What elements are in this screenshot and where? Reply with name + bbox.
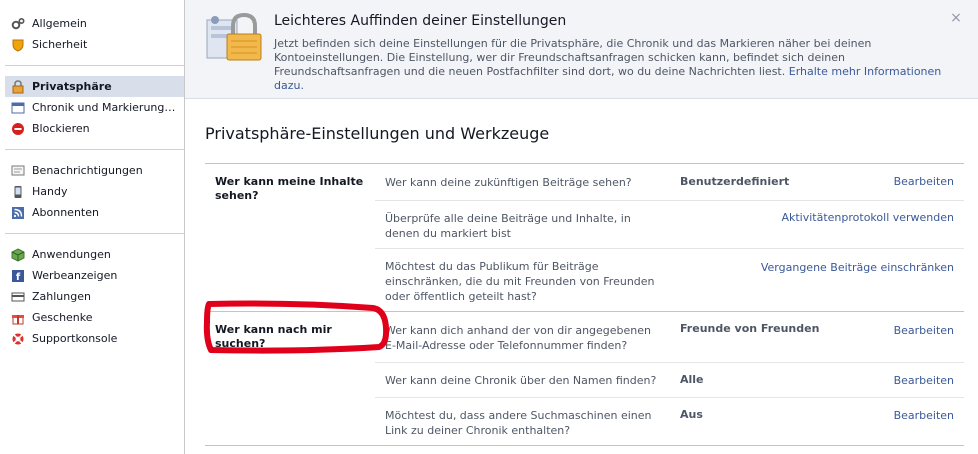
notifications-icon: [11, 164, 25, 178]
setting-row-lookup-name: Wer kann deine Chronik über den Namen fi…: [375, 362, 964, 397]
setting-question: Wer kann deine zukünftigen Beiträge sehe…: [385, 176, 632, 189]
edit-button[interactable]: Bearbeiten: [894, 374, 954, 387]
setting-question: Wer kann dich anhand der von dir angegeb…: [385, 324, 652, 352]
rss-icon: [11, 206, 25, 220]
sidebar-item-benachrichtigungen[interactable]: Benachrichtigungen: [0, 160, 184, 181]
lock-icon: [11, 79, 25, 94]
sidebar-item-geschenke[interactable]: Geschenke: [0, 307, 184, 328]
sidebar-divider: [5, 65, 184, 66]
settings-sidebar: Allgemein Sicherheit Privatsphäre Chroni…: [0, 0, 185, 454]
edit-button[interactable]: Bearbeiten: [894, 409, 954, 422]
setting-question: Wer kann deine Chronik über den Namen fi…: [385, 374, 657, 387]
sidebar-item-handy[interactable]: Handy: [0, 181, 184, 202]
sidebar-item-sicherheit[interactable]: Sicherheit: [0, 34, 184, 55]
sidebar-item-label: Abonnenten: [32, 206, 99, 219]
setting-row-search-engines: Möchtest du, dass andere Suchmaschinen e…: [375, 397, 964, 445]
sidebar-item-label: Sicherheit: [32, 38, 88, 51]
sidebar-item-label: Chronik und Markierung…: [32, 101, 176, 114]
sidebar-item-label: Benachrichtigungen: [32, 164, 143, 177]
page-title: Privatsphäre-Einstellungen und Werkzeuge: [205, 124, 550, 143]
sidebar-item-abonnenten[interactable]: Abonnenten: [0, 202, 184, 223]
edit-button[interactable]: Bearbeiten: [894, 175, 954, 188]
credit-card-icon: [11, 290, 25, 304]
setting-row-review-tagged: Überprüfe alle deine Beiträge und Inhalt…: [375, 200, 964, 248]
gears-icon: [11, 17, 25, 31]
setting-question: Überprüfe alle deine Beiträge und Inhalt…: [385, 212, 631, 240]
section-who-can-see: Wer kann meine Inhalte sehen? Wer kann d…: [205, 164, 964, 312]
section-label: Wer kann meine Inhalte sehen?: [215, 175, 364, 202]
sidebar-item-allgemein[interactable]: Allgemein: [0, 13, 184, 34]
setting-value: Benutzerdefiniert: [680, 175, 790, 188]
setting-row-future-posts: Wer kann deine zukünftigen Beiträge sehe…: [375, 164, 964, 200]
main-content: Leichteres Auffinden deiner Einstellunge…: [185, 0, 978, 454]
sidebar-group-account: Allgemein Sicherheit: [0, 13, 184, 55]
sidebar-item-chronik[interactable]: Chronik und Markierung…: [0, 97, 184, 118]
sidebar-item-blockieren[interactable]: Blockieren: [0, 118, 184, 139]
sidebar-item-label: Handy: [32, 185, 68, 198]
setting-question: Möchtest du, dass andere Suchmaschinen e…: [385, 409, 652, 437]
svg-text:f: f: [16, 272, 21, 283]
sidebar-group-notifications: Benachrichtigungen Handy Abonnenten: [0, 160, 184, 223]
sidebar-item-label: Allgemein: [32, 17, 87, 30]
sidebar-divider: [5, 233, 184, 234]
sidebar-item-werbeanzeigen[interactable]: f Werbeanzeigen: [0, 265, 184, 286]
setting-value: Aus: [680, 408, 703, 421]
sidebar-item-label: Werbeanzeigen: [32, 269, 118, 282]
padlock-settings-icon: [205, 12, 265, 66]
sidebar-group-privacy: Privatsphäre Chronik und Markierung… Blo…: [0, 76, 184, 139]
sidebar-group-apps: Anwendungen f Werbeanzeigen Zahlungen Ge…: [0, 244, 184, 349]
privacy-settings-table: Wer kann meine Inhalte sehen? Wer kann d…: [205, 163, 964, 446]
close-icon[interactable]: ×: [950, 11, 962, 25]
settings-moved-notice: Leichteres Auffinden deiner Einstellunge…: [185, 0, 978, 99]
phone-icon: [11, 185, 25, 199]
gift-icon: [11, 311, 25, 325]
section-label: Wer kann nach mir suchen?: [215, 323, 332, 350]
setting-value: Alle: [680, 373, 704, 386]
timeline-icon: [11, 101, 25, 115]
limit-past-posts-link[interactable]: Vergangene Beiträge einschränken: [761, 261, 954, 274]
notice-title: Leichteres Auffinden deiner Einstellunge…: [274, 13, 567, 29]
activity-log-link[interactable]: Aktivitätenprotokoll verwenden: [781, 211, 954, 224]
section-who-can-look-me-up: Wer kann nach mir suchen? Wer kann dich …: [205, 312, 964, 446]
sidebar-item-label: Geschenke: [32, 311, 93, 324]
shield-icon: [11, 38, 25, 52]
edit-button[interactable]: Bearbeiten: [894, 324, 954, 337]
ads-icon: f: [11, 269, 25, 283]
setting-row-limit-past-posts: Möchtest du das Publikum für Beiträge ei…: [375, 248, 964, 311]
setting-question: Möchtest du das Publikum für Beiträge ei…: [385, 260, 655, 303]
sidebar-divider: [5, 149, 184, 150]
block-icon: [11, 122, 25, 136]
setting-row-lookup-email-phone: Wer kann dich anhand der von dir angegeb…: [375, 312, 964, 362]
apps-icon: [11, 247, 25, 262]
sidebar-item-label: Privatsphäre: [32, 80, 112, 93]
sidebar-item-label: Blockieren: [32, 122, 90, 135]
sidebar-item-label: Supportkonsole: [32, 332, 118, 345]
sidebar-item-label: Zahlungen: [32, 290, 91, 303]
notice-body: Jetzt befinden sich deine Einstellungen …: [274, 37, 964, 93]
sidebar-item-anwendungen[interactable]: Anwendungen: [0, 244, 184, 265]
sidebar-item-zahlungen[interactable]: Zahlungen: [0, 286, 184, 307]
sidebar-item-privatsphaere[interactable]: Privatsphäre: [5, 76, 184, 97]
lifebuoy-icon: [11, 332, 25, 346]
sidebar-item-supportkonsole[interactable]: Supportkonsole: [0, 328, 184, 349]
sidebar-item-label: Anwendungen: [32, 248, 111, 261]
setting-value: Freunde von Freunden: [680, 322, 820, 335]
notice-text: Jetzt befinden sich deine Einstellungen …: [274, 37, 872, 78]
